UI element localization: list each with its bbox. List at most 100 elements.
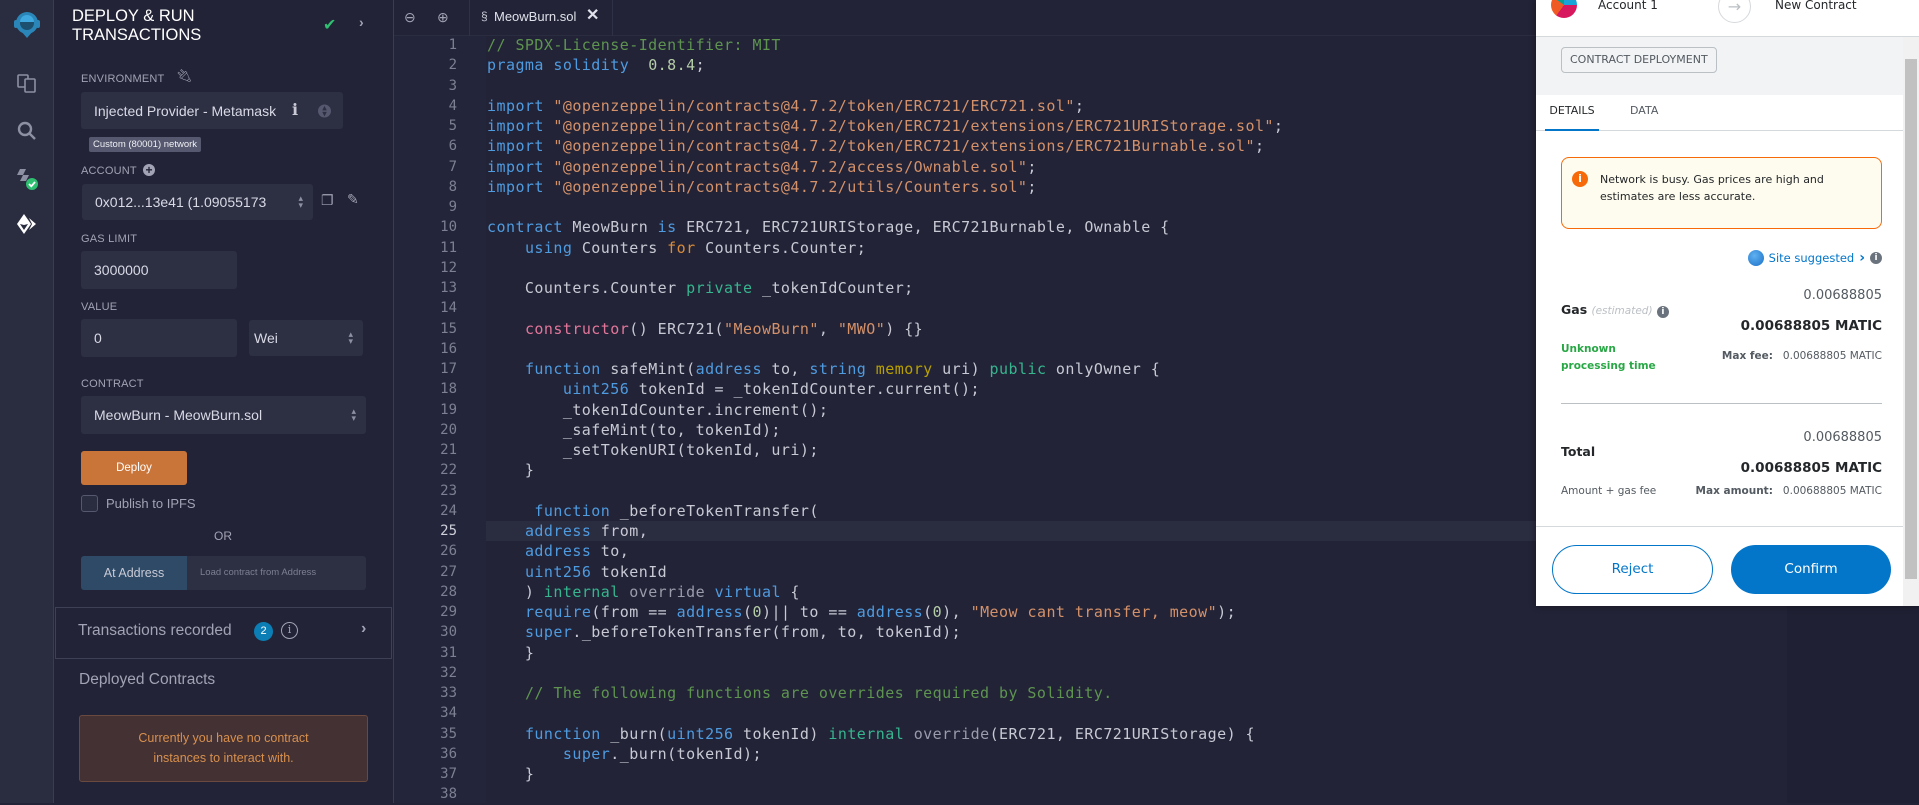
code-token: ; [1027, 177, 1037, 196]
code-line[interactable]: import "@openzeppelin/contracts@4.7.2/to… [487, 136, 1264, 156]
chevron-right-icon[interactable]: › [359, 14, 364, 30]
deploy-run-icon[interactable] [12, 209, 42, 239]
gas-limit-input[interactable]: 3000000 [81, 251, 237, 289]
code-line[interactable]: Counters.Counter private _tokenIdCounter… [487, 278, 914, 298]
info-icon[interactable]: i [1656, 306, 1669, 318]
total-label: Total [1561, 444, 1596, 459]
check-icon: ✔ [323, 17, 337, 34]
remix-logo-icon[interactable] [11, 10, 43, 40]
account-select[interactable]: 0x012...13e41 (1.09055173 ▴ ▾ [82, 184, 313, 220]
line-number: 35 [440, 725, 457, 742]
code-token: address [676, 603, 744, 621]
code-line[interactable]: require(from == address(0)|| to == addre… [487, 602, 1236, 622]
line-number: 10 [440, 219, 457, 236]
or-label: OR [214, 529, 232, 543]
zoom-in-icon[interactable]: ⊕ [437, 9, 449, 26]
publish-ipfs-checkbox[interactable] [81, 495, 98, 512]
file-explorer-icon[interactable] [12, 68, 42, 98]
code-line[interactable]: import "@openzeppelin/contracts@4.7.2/to… [487, 116, 1283, 136]
code-token: import [487, 117, 544, 135]
panel-title: DEPLOY & RUN TRANSACTIONS [72, 7, 201, 45]
line-number: 30 [440, 624, 457, 641]
code-line[interactable]: super._beforeTokenTransfer(from, to, tok… [487, 622, 961, 642]
code-line[interactable]: uint256 tokenId = _tokenIdCounter.curren… [487, 379, 980, 399]
deploy-button[interactable]: Deploy [81, 451, 187, 485]
scrollbar[interactable] [1903, 37, 1919, 606]
code-line[interactable]: address to, [487, 541, 629, 561]
solidity-compiler-icon[interactable] [12, 163, 42, 193]
environment-select[interactable]: Injected Provider - Metamask ▴ ▾ [81, 92, 343, 129]
at-address-input[interactable]: Load contract from Address [187, 556, 366, 590]
zoom-out-icon[interactable]: ⊖ [404, 9, 416, 26]
code-token: constructor [524, 319, 630, 338]
code-token: ._burn(tokenId); [610, 744, 762, 763]
copy-icon[interactable]: ❐ [321, 192, 334, 209]
code-line[interactable]: // The following functions are overrides… [487, 683, 1113, 703]
code-line[interactable]: using Counters for Counters.Counter; [487, 238, 866, 258]
info-icon[interactable]: i [1870, 252, 1882, 264]
code-token: } [487, 765, 535, 783]
search-icon[interactable] [12, 116, 42, 146]
code-line[interactable]: } [487, 764, 534, 784]
account-avatar [1551, 0, 1577, 18]
code-line[interactable]: import "@openzeppelin/contracts@4.7.2/ac… [487, 157, 1037, 177]
confirm-button[interactable]: Confirm [1731, 545, 1891, 594]
code-line[interactable]: } [487, 643, 534, 663]
line-number: 20 [440, 421, 457, 438]
code-line[interactable]: function _beforeTokenTransfer( [487, 501, 819, 521]
code-token: address [524, 542, 592, 561]
code-line[interactable]: constructor() ERC721("MeowBurn", "MWO") … [487, 319, 923, 339]
info-icon[interactable]: i [281, 622, 298, 639]
code-line[interactable]: _setTokenURI(tokenId, uri); [487, 440, 819, 460]
edit-icon[interactable]: ✎ [347, 191, 359, 208]
max-amount-value: 0.00688805 MATIC [1782, 485, 1882, 497]
code-line[interactable]: _tokenIdCounter.increment(); [487, 400, 828, 420]
code-line[interactable]: ) internal override virtual { [487, 582, 800, 602]
info-icon[interactable]: i [292, 100, 298, 119]
code-token: address [695, 360, 762, 378]
deployed-contracts-label: Deployed Contracts [79, 671, 216, 688]
code-token: _setTokenURI(tokenId, uri); [487, 441, 819, 459]
scrollbar-thumb[interactable] [1905, 59, 1917, 579]
select-arrows-icon: ▴ ▾ [294, 194, 303, 210]
code-token: uint256 [562, 380, 630, 399]
code-line[interactable]: contract MeowBurn is ERC721, ERC721URISt… [487, 217, 1170, 237]
transactions-recorded-section[interactable]: Transactions recorded 2 i › [55, 607, 392, 659]
code-line[interactable]: } [487, 460, 534, 480]
code-token: memory [875, 360, 933, 378]
code-line[interactable]: _safeMint(to, tokenId); [487, 420, 781, 440]
site-suggested-link[interactable]: Site suggested › i [1747, 250, 1882, 266]
add-account-icon[interactable]: + [143, 164, 155, 176]
code-line[interactable]: import "@openzeppelin/contracts@4.7.2/to… [487, 96, 1084, 116]
code-token: , [818, 319, 838, 338]
value-unit-select[interactable]: Wei ▴ ▾ [249, 320, 363, 356]
code-line[interactable]: uint256 tokenId [487, 562, 667, 582]
environment-label: ENVIRONMENT [81, 73, 165, 85]
tab-details[interactable]: DETAILS [1545, 95, 1599, 131]
warning-icon: i [1572, 171, 1588, 187]
code-token: tokenId) [733, 724, 829, 743]
code-line[interactable]: address from, [487, 521, 648, 541]
code-line[interactable]: function _burn(uint256 tokenId) internal… [487, 724, 1255, 744]
line-number: 7 [448, 158, 457, 175]
code-token: ._beforeTokenTransfer(from, to, tokenId)… [572, 623, 962, 642]
contract-select[interactable]: MeowBurn - MeowBurn.sol ▴ ▾ [81, 396, 366, 434]
max-amount-label: Max amount: [1695, 485, 1773, 497]
code-line[interactable]: // SPDX-License-Identifier: MIT [487, 35, 781, 55]
close-tab-icon[interactable]: ✕ [586, 5, 599, 25]
code-line[interactable]: pragma solidity 0.8.4; [487, 55, 705, 75]
at-address-button[interactable]: At Address [81, 556, 187, 590]
code-token: "@openzeppelin/contracts@4.7.2/token/ERC… [553, 96, 1075, 115]
tab-data[interactable]: DATA [1630, 95, 1658, 131]
code-line[interactable]: super._burn(tokenId); [487, 744, 762, 764]
code-line[interactable]: import "@openzeppelin/contracts@4.7.2/ut… [487, 177, 1037, 197]
tab-meowburn-sol[interactable]: § MeowBurn.sol ✕ [470, 0, 613, 36]
value-input[interactable]: 0 [81, 319, 237, 357]
reject-button[interactable]: Reject [1552, 545, 1713, 594]
code-line[interactable]: function safeMint(address to, string mem… [487, 359, 1160, 379]
